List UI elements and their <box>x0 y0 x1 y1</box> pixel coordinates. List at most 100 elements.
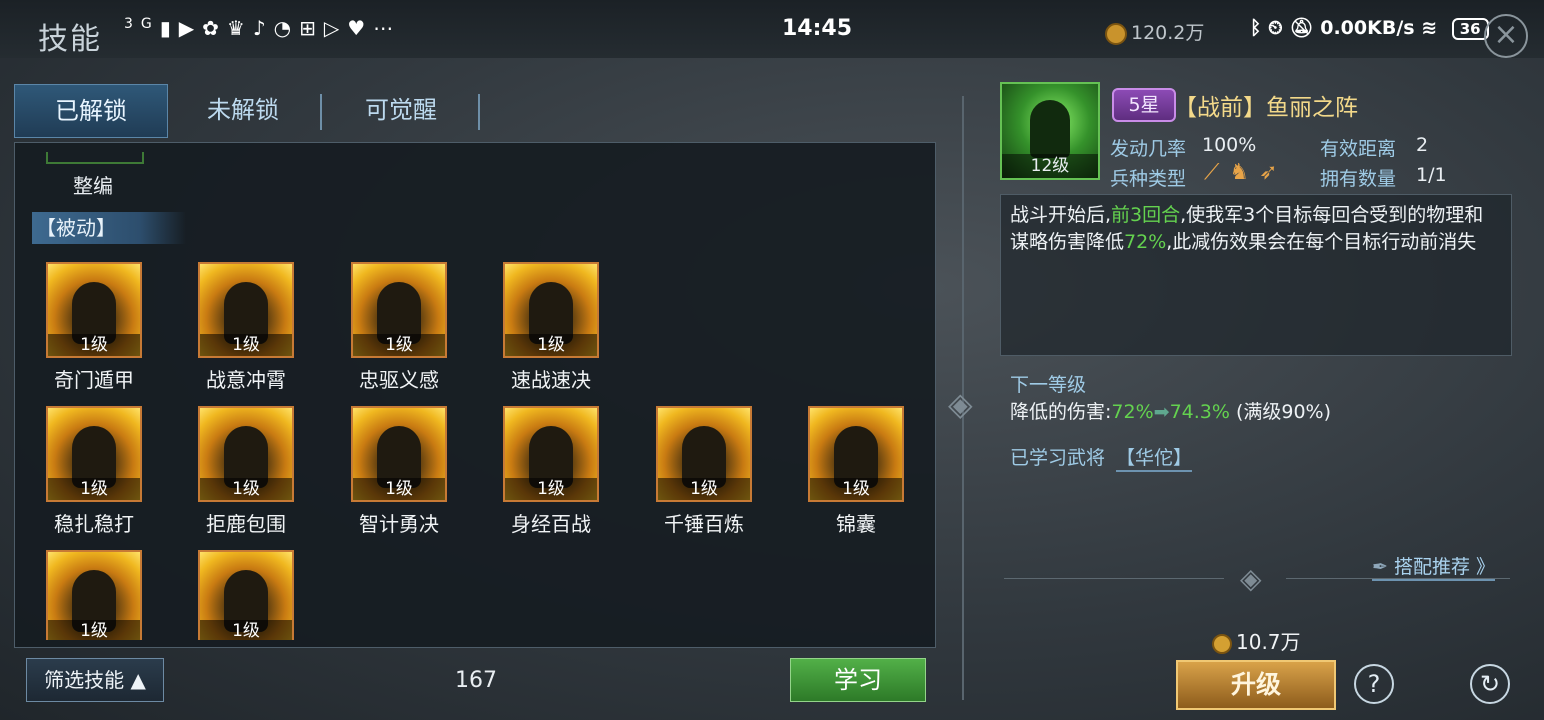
coin-icon <box>1212 633 1232 654</box>
recommend-label: 搭配推荐 》 <box>1393 556 1496 578</box>
coin-icon <box>1105 22 1127 45</box>
signal-icon: ▮ <box>159 16 179 40</box>
learned-by-label: 已学习武将 <box>1010 447 1106 469</box>
skill-name: 身经百战 <box>511 512 591 536</box>
mute-icon: 🔕︎ <box>1289 17 1314 39</box>
tab-awakenable[interactable]: 可觉醒 <box>322 84 480 136</box>
skill-item[interactable]: 1级 <box>46 550 142 640</box>
status-icons: 3G▮▶✿♛♪◔⊞▷♥⋯ <box>124 16 401 40</box>
spear-icon: ⟋ <box>1204 160 1230 185</box>
desc-text: ,此减伤效果会在每个目标行动前消失 <box>1166 231 1477 253</box>
diamond-ornament-icon: ◈ <box>948 385 973 423</box>
effect-next: 74.3% <box>1169 401 1230 423</box>
trigger-label: 发动几率 <box>1110 138 1187 160</box>
skill-name: 拒鹿包围 <box>206 512 286 536</box>
trigger-value: 100% <box>1202 134 1257 156</box>
selected-skill-icon: 12级 <box>1000 82 1100 180</box>
desc-text: 战斗开始后, <box>1010 204 1112 226</box>
skill-icon: 1级 <box>351 406 447 502</box>
skill-icon: 1级 <box>656 406 752 502</box>
skill-level: 1级 <box>48 478 140 500</box>
filter-skills-button[interactable]: 筛选技能 ▲ <box>26 658 164 702</box>
effect-max: (满级90%) <box>1235 401 1332 423</box>
close-button[interactable]: × <box>1484 14 1528 58</box>
skill-level: 1级 <box>505 334 597 356</box>
arrow-right-icon: ➡ <box>1153 401 1170 423</box>
partial-skill-icon[interactable] <box>46 152 144 164</box>
system-tray: ᛒ ⏲ 🔕︎ 0.00KB/s ≋ 36 <box>1250 16 1489 40</box>
star-badge: 5星 <box>1112 88 1176 122</box>
troop-type-icons: ⟋♞➶ <box>1204 160 1288 185</box>
range-label: 有效距离 <box>1320 138 1397 160</box>
tab-divider <box>478 94 480 130</box>
skill-item[interactable]: 1级身经百战 <box>503 406 599 537</box>
skill-icon: 1级 <box>46 550 142 640</box>
learn-button[interactable]: 学习 <box>790 658 926 702</box>
filter-label: 筛选技能 <box>44 668 125 692</box>
skill-name: 锦囊 <box>836 512 876 536</box>
close-icon: × <box>1493 17 1519 52</box>
skill-name: 千锤百炼 <box>664 512 744 536</box>
section-header-passive: 【被动】 <box>32 212 186 244</box>
skill-level: 1级 <box>200 478 292 500</box>
range-value: 2 <box>1416 134 1429 156</box>
skill-name: 忠驱义感 <box>359 368 439 392</box>
upgrade-button[interactable]: 升级 <box>1176 660 1336 710</box>
feather-icon: ✒ <box>1372 556 1388 578</box>
help-button[interactable]: ? <box>1354 664 1394 704</box>
skill-item[interactable]: 1级忠驱义感 <box>351 262 447 393</box>
network-label: 3G <box>124 16 160 32</box>
tab-locked[interactable]: 未解锁 <box>168 84 318 136</box>
learned-general-link[interactable]: 【华佗】 <box>1116 443 1193 472</box>
owned-label: 拥有数量 <box>1320 168 1397 190</box>
net-speed: 0.00KB/s <box>1320 17 1415 39</box>
refresh-icon: ↻ <box>1479 670 1501 698</box>
tab-unlocked[interactable]: 已解锁 <box>14 84 168 138</box>
next-level-label: 下一等级 <box>1010 374 1087 396</box>
skill-item[interactable]: 1级稳扎稳打 <box>46 406 142 537</box>
skill-level: 1级 <box>200 334 292 356</box>
skill-item[interactable]: 1级奇门遁甲 <box>46 262 142 393</box>
next-level-effect: 降低的伤害:72%➡74.3% (满级90%) <box>1010 397 1331 424</box>
desc-highlight: 前3回合 <box>1111 204 1181 226</box>
skill-description: 战斗开始后,前3回合,使我军3个目标每回合受到的物理和谋略伤害降低72%,此减伤… <box>1010 202 1500 256</box>
skill-level: 1级 <box>505 478 597 500</box>
skill-level: 1级 <box>810 478 902 500</box>
skill-item[interactable]: 1级 <box>198 550 294 640</box>
coin-balance: 120.2万 <box>1105 18 1204 45</box>
skill-item[interactable]: 1级智计勇决 <box>351 406 447 537</box>
skill-item[interactable]: 1级拒鹿包围 <box>198 406 294 537</box>
skill-level: 1级 <box>48 620 140 640</box>
skill-item[interactable]: 1级战意冲霄 <box>198 262 294 393</box>
skill-name: 稳扎稳打 <box>54 512 134 536</box>
skill-level: 1级 <box>658 478 750 500</box>
skill-title: 【战前】鱼丽之阵 <box>1174 95 1358 121</box>
skill-icon: 1级 <box>46 406 142 502</box>
reset-button[interactable]: ↻ <box>1470 664 1510 704</box>
skill-name: 智计勇决 <box>359 512 439 536</box>
skill-name: 整编 <box>73 174 113 198</box>
skill-name: 战意冲霄 <box>206 368 286 392</box>
divider <box>1004 578 1224 579</box>
desc-highlight: 72% <box>1124 231 1167 253</box>
skill-name: 奇门遁甲 <box>54 368 134 392</box>
skill-icon: 1级 <box>198 262 294 358</box>
skill-icon: 1级 <box>46 262 142 358</box>
skill-icon: 1级 <box>503 262 599 358</box>
skill-level: 1级 <box>353 334 445 356</box>
diamond-ornament-icon: ◈ <box>1240 562 1262 595</box>
divider <box>1286 578 1510 579</box>
recommend-link[interactable]: ✒ 搭配推荐 》 <box>1372 552 1496 581</box>
effect-current: 72% <box>1111 401 1154 423</box>
upgrade-cost: 10.7万 <box>1212 626 1301 655</box>
app-icons: ▶✿♛♪◔⊞▷♥⋯ <box>178 16 402 40</box>
alarm-icon: ⏲ <box>1268 17 1283 39</box>
skill-icon: 1级 <box>198 406 294 502</box>
owned-value: 1/1 <box>1416 164 1447 186</box>
skill-item[interactable]: 1级 速战速决 <box>503 262 599 393</box>
skill-icon: 1级 <box>808 406 904 502</box>
skill-count: 167 <box>455 668 497 693</box>
skill-icon: 1级 <box>198 550 294 640</box>
skill-item[interactable]: 1级千锤百炼 <box>656 406 752 537</box>
skill-item[interactable]: 1级锦囊 <box>808 406 904 537</box>
